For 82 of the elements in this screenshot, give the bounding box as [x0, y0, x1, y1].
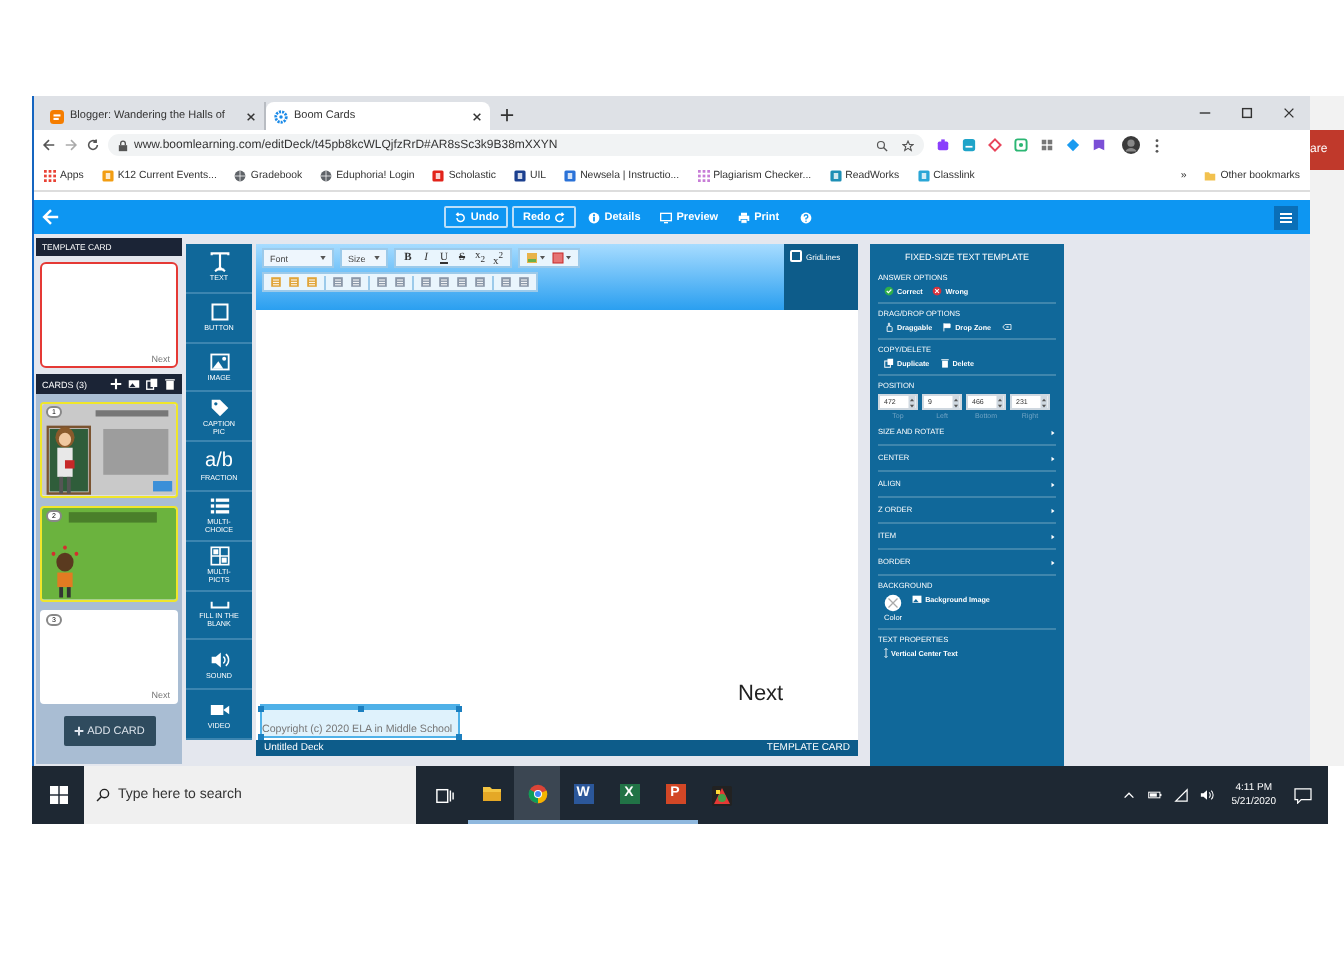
image-icon	[209, 351, 229, 372]
justify-icon[interactable]	[474, 276, 486, 288]
menu-icon[interactable]	[1154, 137, 1160, 153]
grid-icon	[209, 546, 229, 567]
back-icon[interactable]	[42, 138, 56, 152]
extension-icon[interactable]	[962, 138, 976, 152]
align-left-icon[interactable]	[420, 276, 432, 288]
avatar-icon[interactable]	[1122, 136, 1140, 154]
spinner-arrows-icon[interactable]	[908, 395, 916, 409]
redo-icon	[554, 211, 567, 223]
image-icon[interactable]	[128, 378, 140, 390]
format-icon[interactable]	[518, 276, 530, 288]
image-icon	[912, 594, 923, 604]
reload-icon[interactable]	[86, 138, 100, 152]
add-icon[interactable]	[110, 378, 122, 390]
windows-start-icon[interactable]	[50, 786, 68, 804]
check-icon	[884, 286, 894, 296]
x-icon	[932, 286, 943, 296]
tag-icon	[209, 397, 229, 418]
folder-icon	[481, 783, 501, 803]
maximize-icon[interactable]	[1240, 106, 1254, 120]
new-tab-icon[interactable]	[500, 108, 514, 122]
extension-icon[interactable]	[988, 138, 1002, 152]
close-icon[interactable]	[472, 111, 482, 121]
minimize-icon[interactable]	[1198, 106, 1212, 120]
flag-icon	[942, 322, 953, 332]
monitor-icon	[660, 211, 673, 223]
align-center-icon[interactable]	[438, 276, 450, 288]
menu-icon	[1278, 209, 1294, 225]
eraser-icon[interactable]	[1001, 322, 1012, 332]
spinner-arrows-icon[interactable]	[996, 395, 1004, 409]
battery-icon[interactable]	[1147, 788, 1162, 802]
plus-icon	[73, 726, 84, 737]
vertical-arrow-icon	[884, 648, 888, 658]
no-color-icon[interactable]	[884, 594, 903, 612]
spinner-arrows-icon[interactable]	[952, 395, 960, 409]
caret-icon[interactable]	[1121, 788, 1136, 802]
blank-line-icon	[209, 600, 229, 611]
indent-icon[interactable]	[394, 276, 406, 288]
chrome-icon	[527, 783, 547, 803]
copy-icon[interactable]	[146, 378, 158, 390]
spinner-arrows-icon[interactable]	[1040, 395, 1048, 409]
star-icon[interactable]	[902, 139, 914, 151]
gear-icon	[274, 109, 288, 123]
text-color-icon[interactable]	[526, 252, 546, 264]
network-icon[interactable]	[1173, 788, 1188, 802]
task-view-icon[interactable]	[436, 787, 454, 803]
video-camera-icon	[209, 699, 229, 719]
square-icon	[209, 302, 229, 323]
blogger-icon	[50, 109, 64, 123]
trash-icon[interactable]	[164, 378, 176, 390]
bullet-list-icon[interactable]	[350, 276, 362, 288]
undo-icon	[454, 211, 467, 223]
paint-icon	[711, 785, 731, 805]
extension-icon[interactable]	[1040, 138, 1054, 152]
close-icon[interactable]	[246, 111, 256, 121]
folder-icon	[1204, 169, 1217, 181]
extension-icon[interactable]	[936, 138, 950, 152]
find-icon[interactable]	[500, 276, 512, 288]
volume-icon[interactable]	[1199, 788, 1214, 802]
caret-icon	[320, 256, 326, 260]
close-icon[interactable]	[1282, 106, 1296, 120]
align-right-icon[interactable]	[456, 276, 468, 288]
extension-icon[interactable]	[1014, 138, 1028, 152]
list-icon	[209, 496, 229, 517]
lock-icon	[118, 139, 128, 151]
hand-icon	[884, 322, 894, 332]
taskbar-app[interactable]	[514, 766, 560, 824]
trash-icon	[939, 358, 950, 368]
copy-icon	[884, 358, 894, 368]
speaker-icon	[209, 649, 229, 670]
menu-button[interactable]	[1274, 205, 1298, 229]
caret-icon	[374, 256, 380, 260]
next-text: Next	[738, 682, 784, 706]
numbered-list-icon[interactable]	[332, 276, 344, 288]
outdent-icon[interactable]	[376, 276, 388, 288]
help-icon[interactable]	[799, 211, 812, 223]
printer-icon	[738, 211, 751, 223]
search-icon[interactable]	[876, 139, 888, 151]
notification-icon[interactable]	[1294, 787, 1312, 803]
info-icon	[588, 211, 601, 223]
text-icon	[209, 252, 229, 273]
